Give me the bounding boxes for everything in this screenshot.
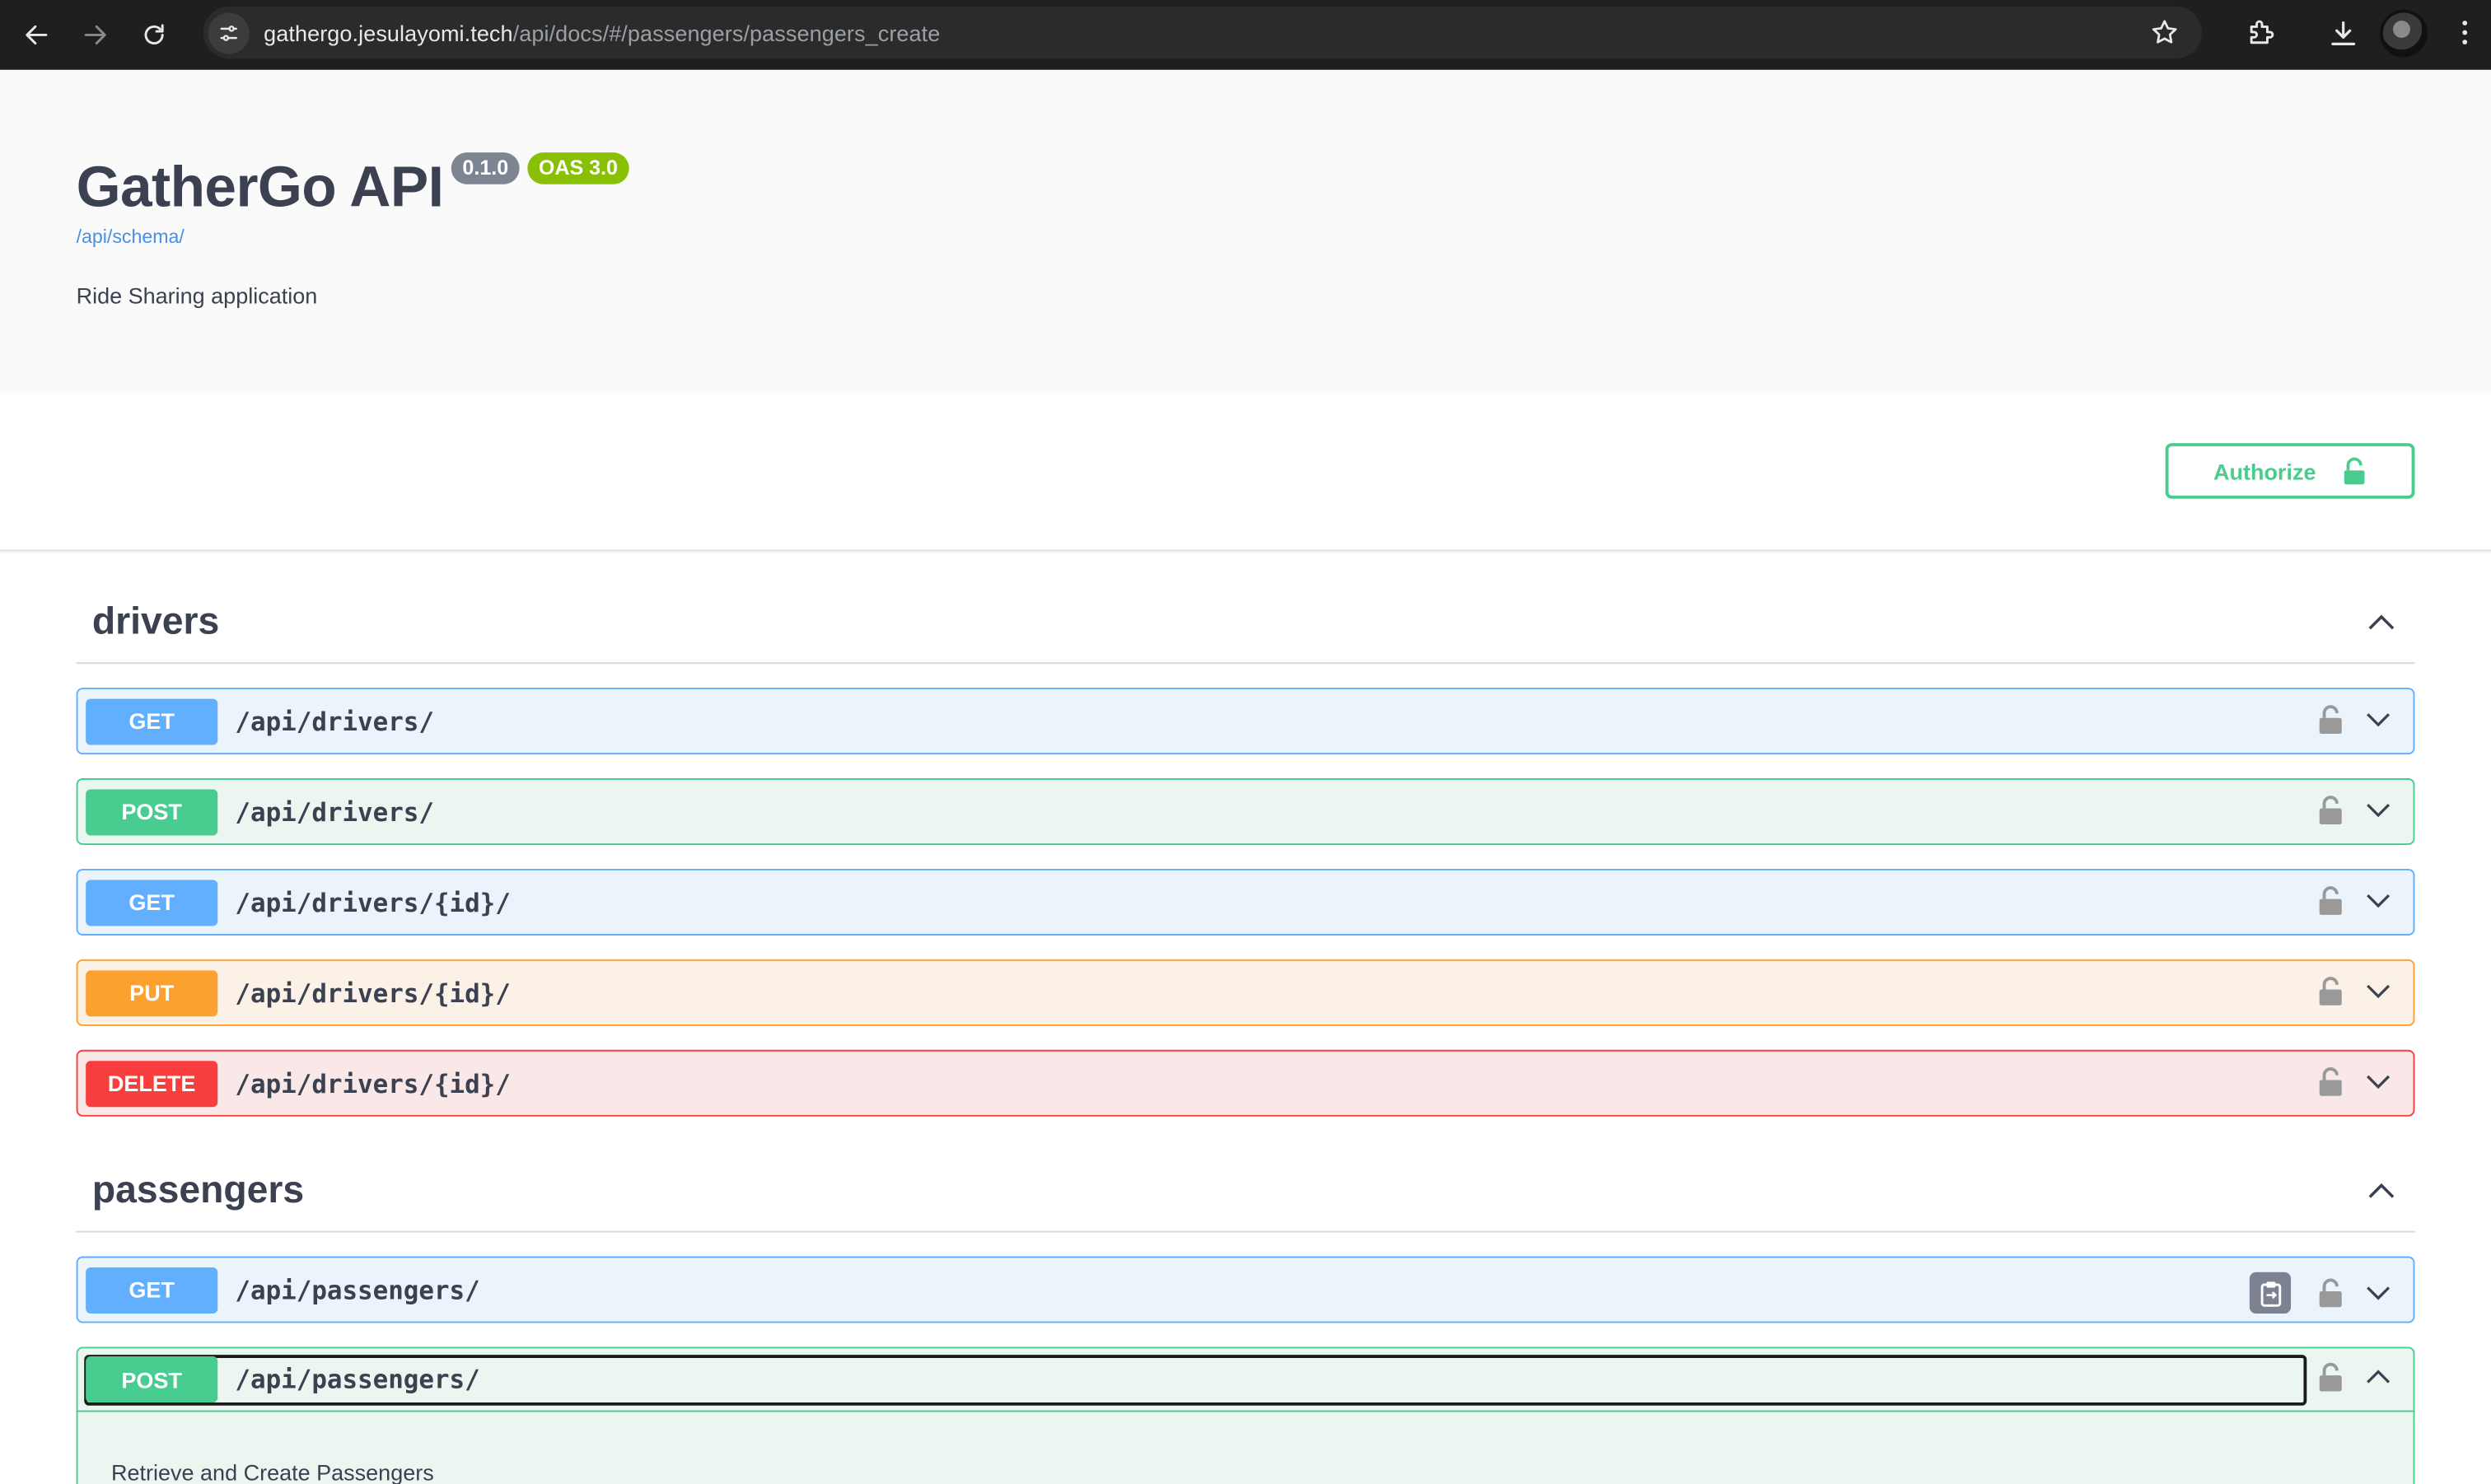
method-badge: DELETE <box>86 1060 218 1107</box>
unlocked-lock-icon[interactable] <box>2318 1277 2344 1309</box>
version-badge: 0.1.0 <box>451 152 520 184</box>
operation-get-drivers[interactable]: GET /api/drivers/ <box>76 688 2415 755</box>
browser-menu-button[interactable] <box>2453 21 2475 45</box>
method-badge: GET <box>86 698 218 744</box>
unlocked-lock-icon[interactable] <box>2318 703 2344 735</box>
operation-path: /api/drivers/ <box>235 706 434 736</box>
chevron-down-icon[interactable] <box>2362 975 2395 1007</box>
operation-summary[interactable]: POST /api/passengers/ <box>77 1348 2414 1412</box>
unlocked-lock-icon[interactable] <box>2318 1066 2344 1098</box>
forward-arrow-icon <box>84 25 106 45</box>
oas-badge: OAS 3.0 <box>527 152 629 184</box>
operation-path: /api/passengers/ <box>235 1364 480 1395</box>
chevron-down-icon[interactable] <box>2362 884 2395 917</box>
unlocked-lock-icon[interactable] <box>2318 884 2344 917</box>
operations-wrapper: drivers GET /api/drivers/ POST /api/driv… <box>0 583 2491 1484</box>
scheme-container: Authorize <box>0 392 2491 552</box>
chevron-up-icon[interactable] <box>2364 1174 2399 1208</box>
chevron-up-icon[interactable] <box>2362 1361 2395 1393</box>
operation-post-drivers[interactable]: POST /api/drivers/ <box>76 778 2415 846</box>
unlocked-lock-icon[interactable] <box>2318 794 2344 826</box>
title-row: GatherGo API 0.1.0 OAS 3.0 <box>76 152 2415 221</box>
tag-section-passengers: passengers GET /api/passengers/ POST /ap… <box>76 1151 2415 1484</box>
extensions-button[interactable] <box>2236 9 2284 57</box>
chevron-up-icon[interactable] <box>2364 605 2399 640</box>
method-badge: GET <box>86 1267 218 1313</box>
tag-section-drivers: drivers GET /api/drivers/ POST /api/driv… <box>76 583 2415 1117</box>
url-path: /api/docs/#/passengers/passengers_create <box>512 20 941 45</box>
operation-path: /api/drivers/{id}/ <box>235 978 511 1008</box>
operation-delete-driver-by-id[interactable]: DELETE /api/drivers/{id}/ <box>76 1049 2415 1117</box>
chevron-down-icon[interactable] <box>2362 794 2395 826</box>
page: gathergo.jesulayomi.tech/api/docs/#/pass… <box>0 0 2491 1484</box>
schema-link[interactable]: /api/schema/ <box>77 226 2415 248</box>
chevron-down-icon[interactable] <box>2362 703 2395 735</box>
puzzle-icon <box>2250 19 2274 44</box>
authorize-label: Authorize <box>2213 458 2316 484</box>
operation-path: /api/drivers/{id}/ <box>235 1067 511 1099</box>
site-settings-icon[interactable] <box>208 12 250 54</box>
operation-controls <box>2249 1272 2395 1314</box>
operation-get-passengers[interactable]: GET /api/passengers/ <box>76 1256 2415 1323</box>
operation-path: /api/passengers/ <box>235 1274 480 1305</box>
operation-get-driver-by-id[interactable]: GET /api/drivers/{id}/ <box>76 868 2415 936</box>
forward-button[interactable] <box>72 12 119 59</box>
profile-avatar[interactable] <box>2380 8 2428 57</box>
url-host: gathergo.jesulayomi.tech <box>264 20 513 45</box>
downloads-button[interactable] <box>2320 9 2367 57</box>
clipboard-icon <box>2260 1281 2281 1306</box>
unlocked-lock-icon[interactable] <box>2318 1361 2344 1393</box>
chevron-down-icon[interactable] <box>2362 1066 2395 1098</box>
api-title: GatherGo API <box>76 154 444 220</box>
operation-controls <box>2318 975 2395 1007</box>
operation-controls <box>2318 794 2395 826</box>
operation-controls <box>2318 884 2395 917</box>
api-description: Ride Sharing application <box>76 282 318 309</box>
method-badge: GET <box>86 879 218 926</box>
chevron-down-icon[interactable] <box>2362 1277 2395 1309</box>
operation-controls <box>2318 1066 2395 1098</box>
method-badge: PUT <box>86 969 218 1016</box>
tag-header-drivers[interactable]: drivers <box>76 583 2415 665</box>
unlocked-lock-icon[interactable] <box>2318 975 2344 1007</box>
operation-path: /api/drivers/{id}/ <box>235 887 511 917</box>
download-icon <box>2331 21 2356 45</box>
operation-controls <box>2318 703 2395 735</box>
url-text: gathergo.jesulayomi.tech/api/docs/#/pass… <box>264 20 940 45</box>
operation-put-driver-by-id[interactable]: PUT /api/drivers/{id}/ <box>76 959 2415 1026</box>
method-badge: POST <box>86 1356 218 1402</box>
tag-header-passengers[interactable]: passengers <box>76 1151 2415 1233</box>
method-badge: POST <box>86 788 218 835</box>
tag-name: passengers <box>91 1169 305 1212</box>
unlocked-lock-icon <box>2344 456 2365 484</box>
bookmark-star-icon[interactable] <box>2149 17 2180 48</box>
api-info: GatherGo API 0.1.0 OAS 3.0 /api/schema/ … <box>0 69 2491 393</box>
back-button[interactable] <box>12 12 60 59</box>
authorize-button[interactable]: Authorize <box>2165 443 2415 499</box>
address-bar[interactable]: gathergo.jesulayomi.tech/api/docs/#/pass… <box>203 6 2203 59</box>
copy-to-clipboard-button[interactable] <box>2249 1272 2292 1314</box>
browser-tools <box>2202 7 2475 59</box>
reload-icon <box>144 24 164 44</box>
tag-name: drivers <box>91 600 220 644</box>
reload-button[interactable] <box>130 12 178 59</box>
operation-description: Retrieve and Create Passengers <box>111 1459 434 1484</box>
back-arrow-icon <box>26 25 48 45</box>
operation-post-passengers-expanded: POST /api/passengers/ Retrieve and Creat… <box>76 1346 2415 1484</box>
browser-toolbar: gathergo.jesulayomi.tech/api/docs/#/pass… <box>0 0 2491 70</box>
operation-controls <box>2318 1361 2395 1393</box>
operation-path: /api/drivers/ <box>235 796 434 827</box>
